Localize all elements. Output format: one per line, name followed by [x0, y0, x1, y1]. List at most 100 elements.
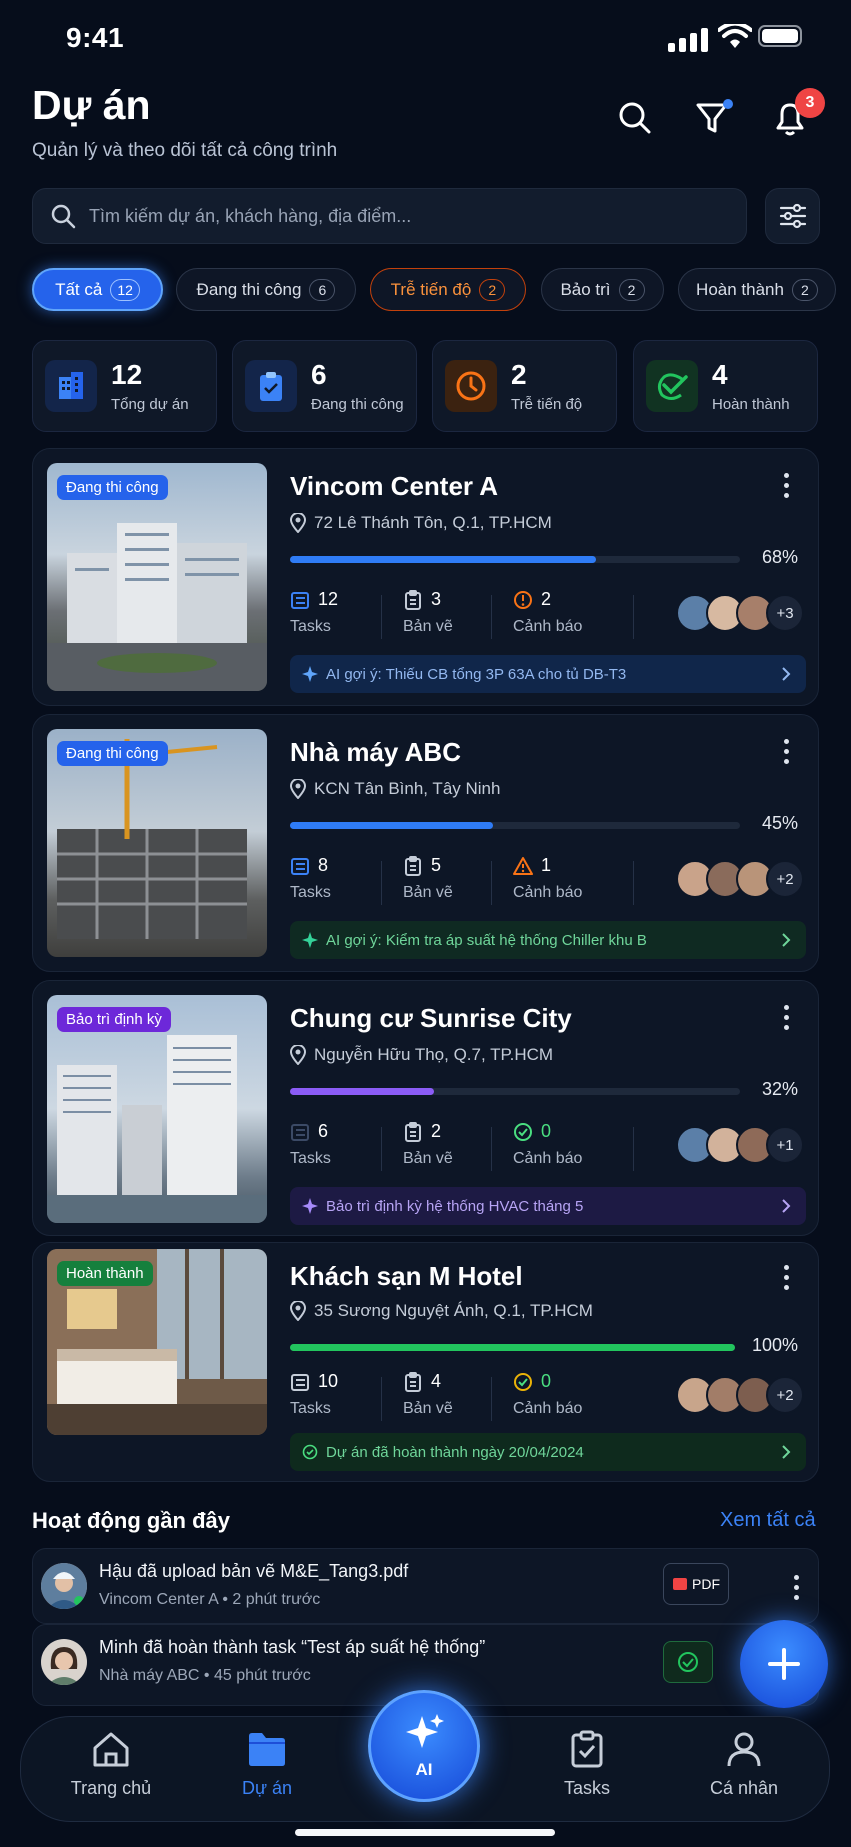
project-card[interactable]: Bảo trì định kỳ Chung cư Sunrise City Ng… — [32, 980, 819, 1236]
drawing-icon — [405, 855, 421, 876]
team-avatars[interactable]: +1 — [676, 1126, 804, 1164]
nav-home[interactable]: Trang chủ — [51, 1730, 171, 1799]
add-button[interactable] — [740, 1620, 828, 1708]
progress-bar — [290, 556, 740, 563]
ai-hint[interactable]: Bảo trì định kỳ hệ thống HVAC tháng 5 — [290, 1187, 806, 1225]
progress-percent: 45% — [761, 813, 798, 833]
project-address: 72 Lê Thánh Tôn, Q.1, TP.HCM — [314, 513, 552, 532]
chip-in-progress[interactable]: Đang thi công 6 — [176, 268, 356, 311]
avatar — [41, 1563, 87, 1609]
stat-in-progress[interactable]: 6 Đang thi công — [232, 340, 417, 432]
status-tag: Đang thi công — [57, 475, 168, 500]
ai-label: AI — [415, 1760, 433, 1779]
hint-text: Bảo trì định kỳ hệ thống HVAC tháng 5 — [326, 1197, 584, 1215]
ai-assistant-button[interactable]: AI — [368, 1690, 480, 1802]
activity-item[interactable]: Hậu đã upload bản vẽ M&E_Tang3.pdf Vinco… — [32, 1548, 819, 1624]
tasks-icon — [291, 591, 309, 609]
tasks-icon — [291, 1123, 309, 1141]
project-card[interactable]: Đang thi công Nhà máy ABC KCN Tân Bình, … — [32, 714, 819, 972]
alerts-label: Cảnh báo — [513, 884, 583, 901]
home-indicator — [295, 1829, 555, 1836]
more-icon[interactable] — [784, 473, 790, 498]
ai-hint[interactable]: AI gợi ý: Kiểm tra áp suất hệ thống Chil… — [290, 921, 806, 959]
project-card[interactable]: Hoàn thành Khách sạn M Hotel 35 Sương Ng… — [32, 1242, 819, 1482]
stat-late[interactable]: 2 Trễ tiến độ — [432, 340, 617, 432]
chip-all[interactable]: Tất cả 12 — [32, 268, 163, 311]
progress-percent: 68% — [761, 547, 798, 567]
stat-total[interactable]: 12 Tổng dự án — [32, 340, 217, 432]
project-name: Nhà máy ABC — [290, 737, 461, 767]
progress-bar — [290, 1088, 740, 1095]
stat-label: Trễ tiến độ — [511, 395, 583, 413]
more-members: +3 — [766, 594, 804, 632]
alerts-label: Cảnh báo — [513, 1150, 583, 1167]
pdf-icon — [673, 1578, 687, 1590]
nav-label: Dự án — [241, 1778, 293, 1798]
team-avatars[interactable]: +2 — [676, 1376, 804, 1414]
page-title: Dự án — [32, 82, 151, 128]
search-input[interactable] — [89, 205, 689, 227]
completion-note[interactable]: Dự án đã hoàn thành ngày 20/04/2024 — [290, 1433, 806, 1471]
chip-maintenance[interactable]: Bảo trì 2 — [541, 268, 664, 311]
alert-circle-icon — [514, 590, 532, 609]
tasks-label: Tasks — [290, 1150, 331, 1167]
sparkle-icon — [302, 1198, 318, 1214]
chevron-right-icon — [782, 667, 791, 681]
drawings-count: 4 — [431, 1371, 442, 1391]
check-icon — [646, 360, 698, 412]
filter-icon[interactable] — [693, 98, 733, 138]
alerts-label: Cảnh báo — [513, 1400, 583, 1417]
advanced-filter-button[interactable] — [765, 188, 820, 244]
stat-value: 6 — [311, 358, 327, 390]
nav-label: Tasks — [563, 1778, 610, 1798]
more-icon[interactable] — [784, 1005, 790, 1030]
chip-completed[interactable]: Hoàn thành 2 — [678, 268, 836, 311]
clipboard-check-icon — [571, 1730, 603, 1768]
project-name: Khách sạn M Hotel — [290, 1261, 523, 1291]
check-circle-icon — [514, 1372, 532, 1391]
nav-tasks[interactable]: Tasks — [527, 1730, 647, 1799]
warning-icon — [513, 856, 533, 875]
chip-label: Đang thi công — [196, 279, 302, 299]
stat-completed[interactable]: 4 Hoàn thành — [633, 340, 818, 432]
more-icon[interactable] — [784, 1265, 790, 1290]
project-image: Hoàn thành — [47, 1249, 267, 1435]
chevron-right-icon — [782, 1199, 791, 1213]
stat-label: Tổng dự án — [111, 395, 189, 413]
search-icon[interactable] — [615, 98, 655, 138]
stat-label: Hoàn thành — [712, 395, 790, 413]
sliders-icon — [779, 203, 806, 229]
building-icon — [45, 360, 97, 412]
pdf-file-badge[interactable]: PDF — [663, 1563, 729, 1605]
more-icon[interactable] — [794, 1575, 800, 1600]
alerts-count: 1 — [541, 855, 552, 875]
project-card[interactable]: Đang thi công Vincom Center A 72 Lê Thán… — [32, 448, 819, 706]
team-avatars[interactable]: +3 — [676, 594, 804, 632]
search-bar — [32, 188, 747, 244]
project-name: Vincom Center A — [290, 471, 499, 501]
team-avatars[interactable]: +2 — [676, 860, 804, 898]
more-icon[interactable] — [784, 739, 790, 764]
check-circle-icon — [514, 1122, 532, 1141]
tasks-count: 12 — [318, 589, 339, 609]
drawings-label: Bản vẽ — [403, 1400, 453, 1417]
alerts-count: 2 — [541, 589, 552, 609]
alerts-label: Cảnh báo — [513, 618, 583, 635]
clock-icon — [445, 360, 497, 412]
location-pin-icon — [290, 779, 306, 799]
ai-hint[interactable]: AI gợi ý: Thiếu CB tổng 3P 63A cho tủ DB… — [290, 655, 806, 693]
drawing-icon — [405, 1121, 421, 1142]
drawings-count: 3 — [431, 589, 442, 609]
alerts-count: 0 — [541, 1121, 552, 1141]
search-icon — [51, 204, 76, 229]
signal-icon — [668, 28, 708, 52]
nav-projects[interactable]: Dự án — [207, 1730, 327, 1799]
tasks-count: 6 — [318, 1121, 329, 1141]
status-tag: Bảo trì định kỳ — [57, 1007, 171, 1032]
see-all-link[interactable]: Xem tất cả — [720, 1509, 816, 1532]
hint-text: Dự án đã hoàn thành ngày 20/04/2024 — [326, 1443, 584, 1461]
sparkle-icon — [406, 1714, 444, 1748]
tasks-count: 10 — [318, 1371, 339, 1391]
chip-late[interactable]: Trễ tiến độ 2 — [370, 268, 526, 311]
nav-profile[interactable]: Cá nhân — [684, 1730, 804, 1799]
